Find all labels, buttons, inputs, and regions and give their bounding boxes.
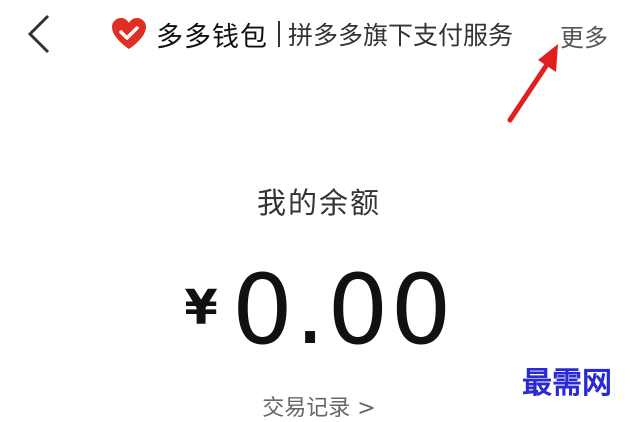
balance-label: 我的余额 — [256, 186, 381, 220]
title-divider — [278, 21, 280, 47]
back-button[interactable] — [22, 12, 58, 56]
heart-check-icon — [110, 17, 148, 51]
brand-name: 多多钱包 — [156, 21, 268, 53]
watermark: 最需网 — [522, 366, 612, 401]
more-button[interactable]: 更多 — [560, 18, 608, 53]
title-group: 多多钱包 拼多多旗下支付服务 — [110, 14, 513, 54]
chevron-left-icon — [27, 14, 50, 54]
currency-symbol: ¥ — [184, 280, 218, 336]
brand-subtitle: 拼多多旗下支付服务 — [288, 21, 514, 50]
balance-amount: 0.00 — [231, 254, 454, 366]
balance-row: ¥ 0.00 — [0, 262, 638, 358]
app-header: 多多钱包 拼多多旗下支付服务 更多 — [0, 0, 638, 70]
